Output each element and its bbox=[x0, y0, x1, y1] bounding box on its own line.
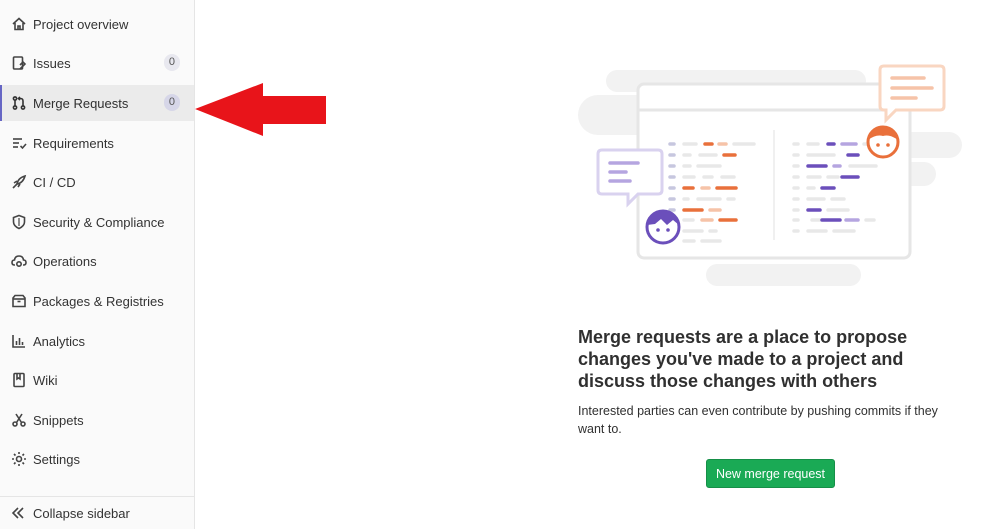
sidebar-item-label: Merge Requests bbox=[33, 95, 129, 111]
sidebar-item-label: Requirements bbox=[33, 135, 114, 151]
sidebar-item-analytics[interactable]: Analytics bbox=[0, 323, 194, 359]
sidebar-item-label: Operations bbox=[33, 253, 97, 269]
sidebar-item-merge-requests[interactable]: Merge Requests 0 bbox=[0, 85, 194, 121]
sidebar-item-label: Security & Compliance bbox=[33, 214, 165, 230]
merge-requests-empty-illustration bbox=[578, 64, 962, 286]
sidebar-item-ci-cd[interactable]: CI / CD bbox=[0, 164, 194, 200]
gear-icon bbox=[10, 450, 28, 468]
chart-icon bbox=[10, 332, 28, 350]
empty-state-title: Merge requests are a place to propose ch… bbox=[578, 327, 908, 391]
sidebar-item-snippets[interactable]: Snippets bbox=[0, 402, 194, 438]
merge-requests-count-badge: 0 bbox=[163, 94, 180, 111]
empty-state-description: Interested parties can even contribute b… bbox=[578, 404, 938, 436]
sidebar-item-label: Snippets bbox=[33, 412, 84, 428]
scissors-icon bbox=[10, 411, 28, 429]
book-icon bbox=[10, 371, 28, 389]
issues-count-badge: 0 bbox=[163, 54, 180, 71]
sidebar-item-label: Analytics bbox=[33, 333, 86, 349]
sidebar-item-label: Issues bbox=[33, 55, 71, 71]
sidebar-item-packages[interactable]: Packages & Registries bbox=[0, 283, 194, 319]
sidebar-item-issues[interactable]: Issues 0 bbox=[0, 45, 194, 81]
requirements-icon bbox=[10, 134, 28, 152]
merge-request-icon bbox=[10, 94, 28, 112]
sidebar-item-operations[interactable]: Operations bbox=[0, 243, 194, 279]
issues-icon bbox=[10, 54, 28, 72]
sidebar-item-label: Wiki bbox=[33, 372, 58, 388]
sidebar-item-settings[interactable]: Settings bbox=[0, 441, 194, 477]
collapse-sidebar-label: Collapse sidebar bbox=[33, 505, 130, 521]
sidebar-item-wiki[interactable]: Wiki bbox=[0, 362, 194, 398]
home-icon bbox=[10, 15, 28, 33]
sidebar-item-label: Packages & Registries bbox=[33, 293, 164, 309]
sidebar-item-label: Project overview bbox=[33, 16, 129, 32]
package-icon bbox=[10, 292, 28, 310]
rocket-icon bbox=[10, 173, 28, 191]
sidebar-item-label: Settings bbox=[33, 451, 80, 467]
sidebar-item-requirements[interactable]: Requirements bbox=[0, 125, 194, 161]
new-merge-request-button[interactable]: New merge request bbox=[706, 459, 835, 488]
sidebar: Project overview Issues 0 Merge Requests… bbox=[0, 0, 195, 529]
sidebar-item-project-overview[interactable]: Project overview bbox=[0, 6, 194, 42]
shield-icon bbox=[10, 213, 28, 231]
cloud-gear-icon bbox=[10, 252, 28, 270]
double-chevron-left-icon bbox=[10, 505, 28, 521]
annotation-arrow-icon bbox=[195, 83, 326, 136]
sidebar-item-label: CI / CD bbox=[33, 174, 76, 190]
collapse-sidebar-button[interactable]: Collapse sidebar bbox=[0, 496, 194, 529]
sidebar-item-security[interactable]: Security & Compliance bbox=[0, 204, 194, 240]
